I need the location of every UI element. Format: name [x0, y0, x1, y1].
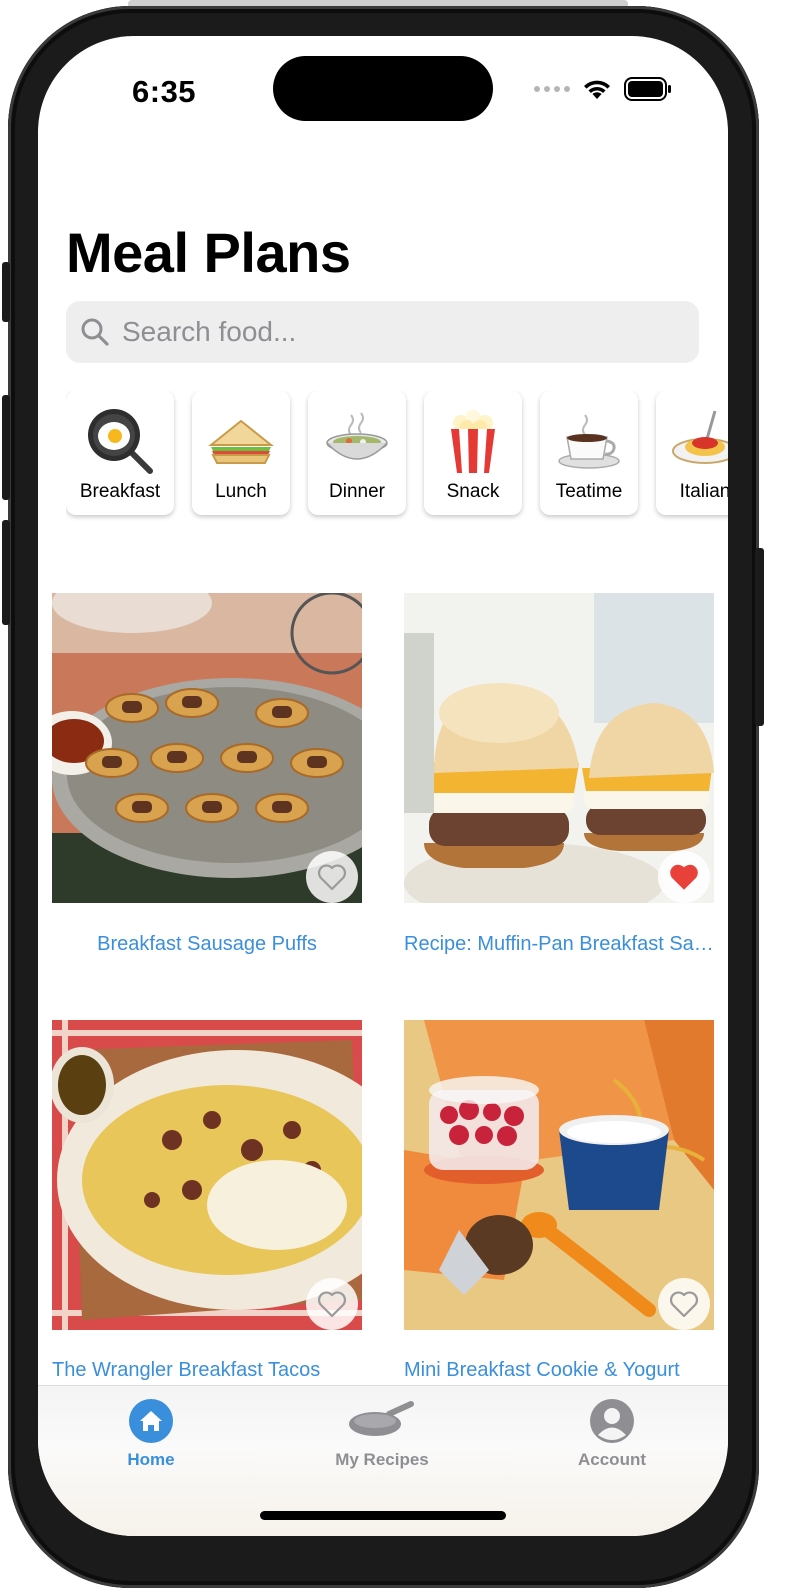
recipe-title[interactable]: Mini Breakfast Cookie & Yogurt: [404, 1359, 714, 1382]
spaghetti-icon: [672, 410, 728, 464]
tab-my-recipes[interactable]: My Recipes: [302, 1396, 462, 1470]
category-snack[interactable]: Snack: [424, 391, 522, 515]
recipe-image-sausage-puffs[interactable]: [52, 593, 362, 903]
heart-outline-icon: [670, 1291, 698, 1318]
favorite-button[interactable]: [306, 851, 358, 903]
status-icons: [534, 77, 672, 101]
category-label: Italian: [679, 481, 728, 502]
person-icon: [590, 1399, 634, 1443]
screen: 6:35 Meal Plans Search food... Breakfast…: [38, 36, 728, 1536]
favorite-button[interactable]: [658, 1278, 710, 1330]
status-time: 6:35: [132, 74, 197, 109]
tab-account[interactable]: Account: [532, 1396, 692, 1470]
recipe-image-muffin-pan-sandwiches[interactable]: [404, 593, 714, 903]
category-scroller[interactable]: Breakfast Lunch Dinner Snack Teatime Ita…: [66, 391, 728, 531]
category-label: Breakfast: [79, 481, 161, 502]
recipe-image-wrangler-tacos[interactable]: [52, 1020, 362, 1330]
favorite-button[interactable]: [306, 1278, 358, 1330]
page-title: Meal Plans: [66, 221, 351, 284]
volume-up-button: [2, 395, 10, 500]
search-bar[interactable]: [66, 301, 699, 363]
category-lunch[interactable]: Lunch: [192, 391, 290, 515]
category-label: Teatime: [555, 481, 623, 502]
search-input[interactable]: [120, 315, 684, 349]
category-label: Dinner: [329, 481, 385, 502]
heart-outline-icon: [318, 1291, 346, 1318]
frying-pan-egg-icon: [88, 409, 153, 474]
teacup-icon: [558, 414, 620, 469]
recipe-title[interactable]: Recipe: Muffin-Pan Breakfast Sandwiches: [404, 933, 714, 956]
heart-outline-icon: [318, 864, 346, 891]
action-button: [2, 262, 10, 322]
category-teatime[interactable]: Teatime: [540, 391, 638, 515]
category-label: Lunch: [215, 481, 267, 502]
house-icon: [129, 1399, 173, 1443]
tab-label: My Recipes: [335, 1450, 429, 1469]
home-indicator[interactable]: [260, 1511, 506, 1520]
sandwich-icon: [208, 419, 274, 464]
heart-filled-icon: [670, 864, 698, 890]
favorite-button[interactable]: [658, 851, 710, 903]
tab-home[interactable]: Home: [71, 1396, 231, 1470]
search-icon: [81, 318, 109, 346]
popcorn-icon: [451, 410, 495, 473]
volume-down-button: [2, 520, 10, 625]
category-label: Snack: [446, 481, 500, 502]
bowl-icon: [326, 412, 388, 460]
recipe-title[interactable]: The Wrangler Breakfast Tacos: [52, 1359, 362, 1382]
recipe-title[interactable]: Breakfast Sausage Puffs: [47, 933, 367, 956]
power-button: [755, 548, 764, 726]
pan-icon: [349, 1401, 414, 1436]
tab-label: Account: [578, 1450, 646, 1469]
category-dinner[interactable]: Dinner: [308, 391, 406, 515]
wifi-icon: [584, 80, 610, 99]
battery-icon: [624, 77, 671, 101]
category-breakfast[interactable]: Breakfast: [66, 391, 174, 515]
dynamic-island: [273, 56, 493, 121]
recipe-image-cookie-yogurt[interactable]: [404, 1020, 714, 1330]
tab-label: Home: [127, 1450, 175, 1469]
cellular-dots-icon: [534, 86, 570, 92]
category-italian[interactable]: Italian: [656, 391, 728, 515]
